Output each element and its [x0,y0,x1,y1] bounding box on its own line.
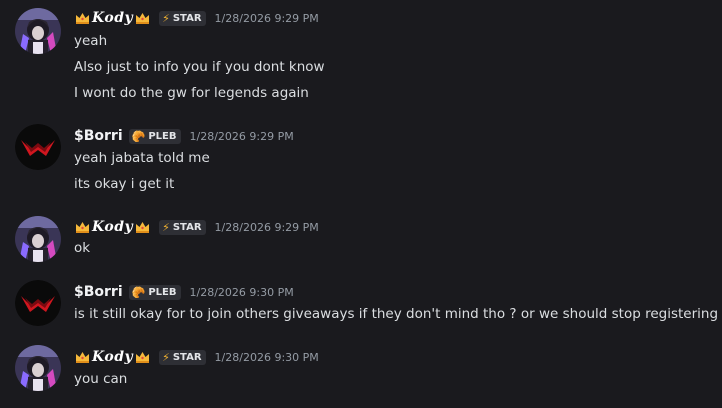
message-line: I wont do the gw for legends again [74,85,309,101]
leaf-icon: 🥐 [131,285,146,299]
borri-avatar[interactable] [15,280,61,326]
role-tag-label: STAR [172,12,202,24]
role-tag[interactable]: ⚡ STAR [159,219,206,235]
crown-icon [135,351,150,363]
crown-icon [135,12,150,24]
role-tag-label: STAR [172,221,202,233]
message-line: yeah jabata told me [74,150,210,166]
timestamp[interactable]: 1/28/2026 9:29 PM [190,130,294,143]
message-line: you can [74,371,128,387]
timestamp[interactable]: 1/28/2026 9:30 PM [215,351,319,364]
lightning-bolt-icon: ⚡ [162,220,170,234]
message-header: Kody ⚡ STAR 1/28/2026 9:29 PM [74,217,319,237]
role-tag[interactable]: ⚡ STAR [159,10,206,26]
lightning-bolt-icon: ⚡ [162,350,170,364]
leaf-icon: 🥐 [131,129,146,143]
username[interactable]: $Borri [74,284,123,300]
role-tag-label: STAR [172,351,202,363]
message-header: $Borri 🥐 PLEB 1/28/2026 9:29 PM [74,126,294,146]
role-tag[interactable]: 🥐 PLEB [128,128,181,144]
message-header: Kody ⚡ STAR 1/28/2026 9:30 PM [74,347,319,367]
message-line: is it still okay for to join others give… [74,306,719,322]
message-line: yeah [74,33,108,49]
role-tag[interactable]: 🥐 PLEB [128,284,181,300]
message-line: Also just to info you if you dont know [74,59,325,75]
username[interactable]: Kody [92,10,133,26]
chat-message-list: Kody ⚡ STAR 1/28/2026 9:29 PM yeah Also … [0,0,722,408]
message-line: its okay i get it [74,176,175,192]
crown-icon [75,12,90,24]
role-tag[interactable]: ⚡ STAR [159,349,206,365]
role-tag-label: PLEB [148,130,177,142]
kody-avatar[interactable] [15,345,61,391]
message-header: Kody ⚡ STAR 1/28/2026 9:29 PM [74,8,319,28]
crown-icon [135,221,150,233]
crown-icon [75,351,90,363]
kody-avatar[interactable] [15,216,61,262]
role-tag-label: PLEB [148,286,177,298]
message-line: ok [74,240,91,256]
timestamp[interactable]: 1/28/2026 9:30 PM [190,286,294,299]
kody-avatar[interactable] [15,8,61,54]
borri-avatar[interactable] [15,124,61,170]
message-header: $Borri 🥐 PLEB 1/28/2026 9:30 PM [74,282,294,302]
timestamp[interactable]: 1/28/2026 9:29 PM [215,221,319,234]
username[interactable]: Kody [92,349,133,365]
username[interactable]: Kody [92,219,133,235]
username[interactable]: $Borri [74,128,123,144]
timestamp[interactable]: 1/28/2026 9:29 PM [215,12,319,25]
lightning-bolt-icon: ⚡ [162,11,170,25]
crown-icon [75,221,90,233]
